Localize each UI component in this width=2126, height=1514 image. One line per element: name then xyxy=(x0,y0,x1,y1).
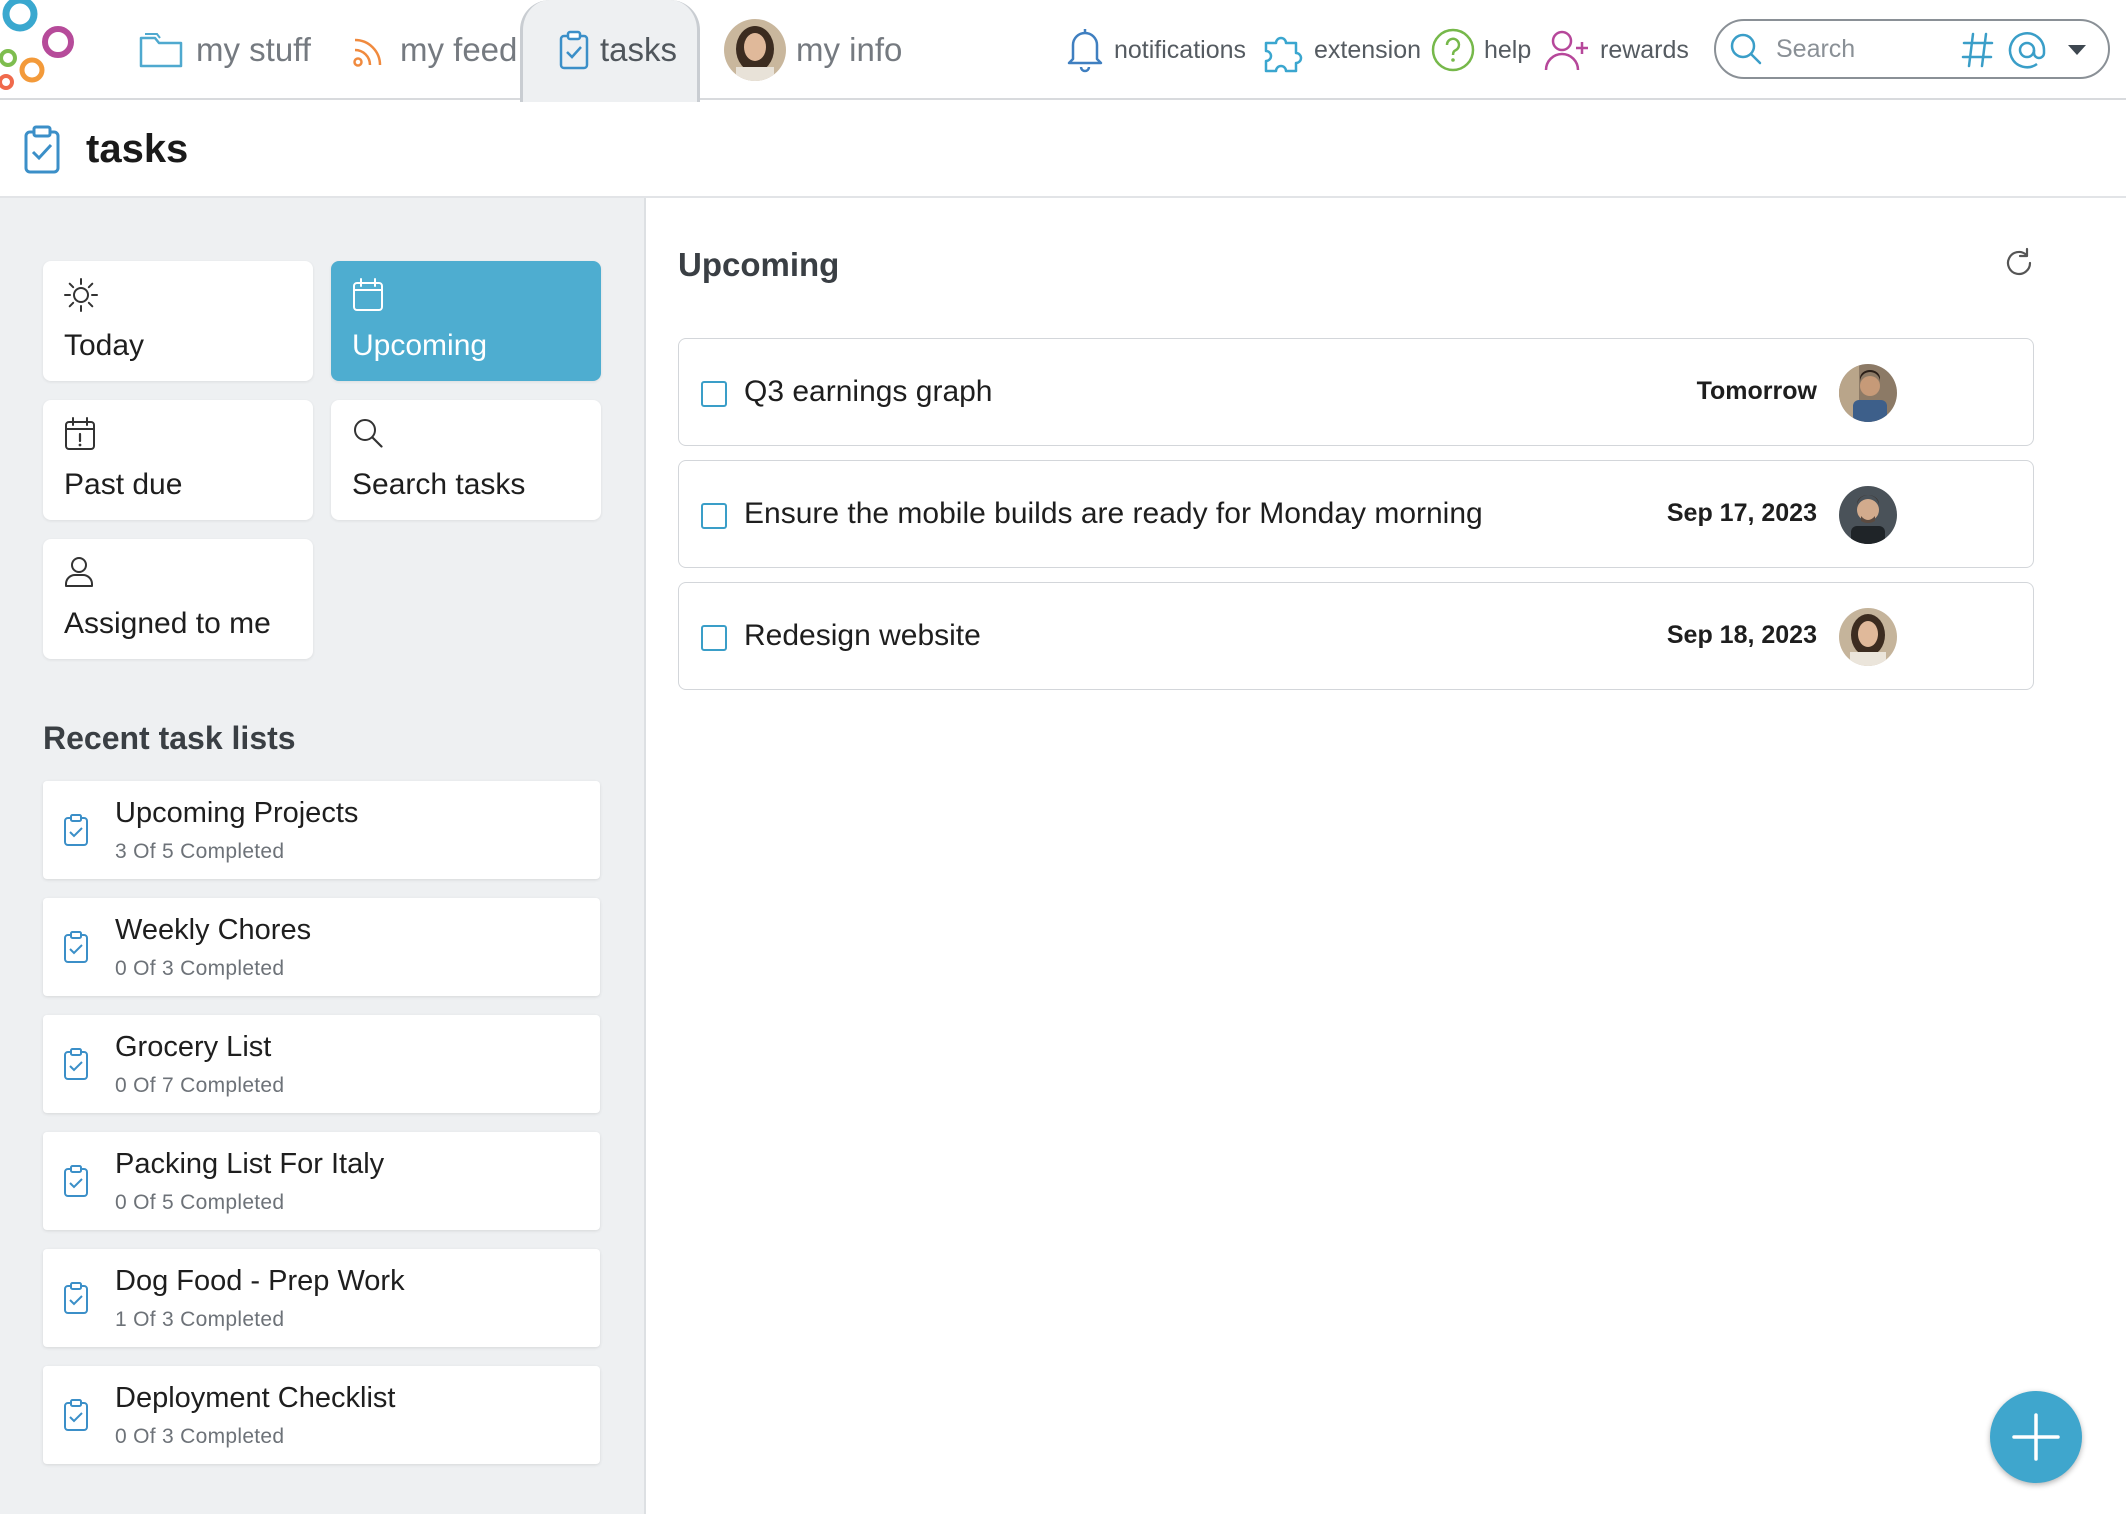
nav-my-stuff-label: my stuff xyxy=(196,31,311,68)
task-list-progress: 0 Of 3 Completed xyxy=(115,1425,285,1448)
filter-past-due[interactable]: Past due xyxy=(43,400,313,520)
avatar xyxy=(724,19,786,81)
nav-tasks-label: tasks xyxy=(600,31,678,68)
task-list-item[interactable]: Weekly Chores 0 Of 3 Completed xyxy=(43,898,600,996)
search-input[interactable] xyxy=(1776,34,1976,64)
task-due-date: Tomorrow xyxy=(1696,377,1817,405)
folder-icon xyxy=(139,33,183,68)
task-name: Redesign website xyxy=(744,619,981,652)
task-list-name: Upcoming Projects xyxy=(115,797,359,829)
task-list-item[interactable]: Upcoming Projects 3 Of 5 Completed xyxy=(43,781,600,879)
top-navigation-bar: my stuff my feed tasks my info notificat… xyxy=(0,0,2126,102)
filter-assigned-to-me[interactable]: Assigned to me xyxy=(43,539,313,659)
task-list-item[interactable]: Packing List For Italy 0 Of 5 Completed xyxy=(43,1132,600,1230)
sidebar: Today Upcoming Past due Search tasks Ass… xyxy=(0,198,646,1514)
nav-my-feed-label: my feed xyxy=(400,31,518,68)
task-list-progress: 3 Of 5 Completed xyxy=(115,840,285,863)
task-row[interactable]: Redesign website Sep 18, 2023 xyxy=(678,582,2034,690)
task-list-name: Grocery List xyxy=(115,1031,272,1063)
page-header: tasks xyxy=(0,102,2126,198)
search-bar xyxy=(1714,19,2110,79)
puzzle-piece-icon xyxy=(1264,36,1303,73)
clipboard-check-icon xyxy=(64,931,88,963)
assignee-avatar[interactable] xyxy=(1839,364,1897,422)
extension-link[interactable]: extension xyxy=(1260,0,1421,100)
task-name: Ensure the mobile builds are ready for M… xyxy=(744,497,1483,530)
filter-search-tasks-label: Search tasks xyxy=(352,468,526,501)
task-list-item[interactable]: Grocery List 0 Of 7 Completed xyxy=(43,1015,600,1113)
task-due-date: Sep 18, 2023 xyxy=(1666,621,1817,649)
plus-icon xyxy=(2012,1413,2060,1461)
app-logo[interactable] xyxy=(0,0,84,96)
main-content: Upcoming Q3 earnings graph Tomorrow Ensu… xyxy=(648,198,2126,1514)
clipboard-check-icon xyxy=(559,30,589,70)
filter-assigned-to-me-label: Assigned to me xyxy=(64,607,271,640)
task-list-item[interactable]: Dog Food - Prep Work 1 Of 3 Completed xyxy=(43,1249,600,1347)
task-due-date: Sep 17, 2023 xyxy=(1666,499,1817,527)
help-circle-icon xyxy=(1431,28,1475,72)
mention-at-icon[interactable] xyxy=(2008,31,2046,69)
task-list-progress: 1 Of 3 Completed xyxy=(115,1308,285,1331)
rewards-label: rewards xyxy=(1600,35,1689,64)
clipboard-check-icon xyxy=(64,1399,88,1431)
task-list-progress: 0 Of 5 Completed xyxy=(115,1191,285,1214)
task-row[interactable]: Ensure the mobile builds are ready for M… xyxy=(678,460,2034,568)
task-list-name: Deployment Checklist xyxy=(115,1382,396,1414)
notifications-label: notifications xyxy=(1114,35,1247,64)
nav-my-info-label: my info xyxy=(796,31,903,68)
task-list-progress: 0 Of 7 Completed xyxy=(115,1074,285,1097)
nav-my-feed[interactable]: my feed xyxy=(350,0,517,100)
extension-label: extension xyxy=(1314,35,1422,64)
search-scope-dropdown-caret[interactable] xyxy=(2068,45,2086,55)
task-list-name: Packing List For Italy xyxy=(115,1148,385,1180)
filter-upcoming-label: Upcoming xyxy=(352,329,488,362)
help-label: help xyxy=(1484,35,1532,64)
bell-icon xyxy=(1067,29,1103,73)
filter-search-tasks[interactable]: Search tasks xyxy=(331,400,601,520)
clipboard-check-icon xyxy=(64,1048,88,1080)
rss-feed-icon xyxy=(353,38,382,67)
task-row[interactable]: Q3 earnings graph Tomorrow xyxy=(678,338,2034,446)
calendar-alert-icon xyxy=(65,417,95,450)
clipboard-check-icon xyxy=(64,814,88,846)
filter-past-due-label: Past due xyxy=(64,468,183,501)
nav-my-info[interactable]: my info xyxy=(724,0,902,100)
task-list-item[interactable]: Deployment Checklist 0 Of 3 Completed xyxy=(43,1366,600,1464)
clipboard-check-icon xyxy=(24,125,60,174)
hashtag-icon[interactable] xyxy=(1960,31,1996,69)
task-list-name: Dog Food - Prep Work xyxy=(115,1265,405,1297)
notifications-link[interactable]: notifications xyxy=(1064,0,1246,100)
search-icon xyxy=(1730,33,1762,65)
calendar-icon xyxy=(353,278,383,311)
assignee-avatar[interactable] xyxy=(1839,486,1897,544)
sun-icon xyxy=(64,278,98,312)
rewards-link[interactable]: rewards xyxy=(1544,0,1689,100)
assignee-avatar[interactable] xyxy=(1839,608,1897,666)
search-icon xyxy=(354,419,383,448)
filter-upcoming[interactable]: Upcoming xyxy=(331,261,601,381)
task-list-name: Weekly Chores xyxy=(115,914,312,946)
help-link[interactable]: help xyxy=(1430,0,1531,100)
filter-today-label: Today xyxy=(64,329,145,362)
nav-my-stuff[interactable]: my stuff xyxy=(138,0,311,100)
add-user-icon xyxy=(1544,30,1588,71)
user-icon xyxy=(65,557,93,587)
task-checkbox[interactable] xyxy=(701,503,727,529)
recent-task-lists-heading: Recent task lists xyxy=(43,720,296,756)
task-checkbox[interactable] xyxy=(701,381,727,407)
clipboard-check-icon xyxy=(64,1165,88,1197)
task-name: Q3 earnings graph xyxy=(744,375,993,408)
clipboard-check-icon xyxy=(64,1282,88,1314)
refresh-icon[interactable] xyxy=(2002,246,2036,280)
add-task-button[interactable] xyxy=(1990,1391,2082,1483)
page-title: tasks xyxy=(86,126,189,171)
task-list-progress: 0 Of 3 Completed xyxy=(115,957,285,980)
filter-today[interactable]: Today xyxy=(43,261,313,381)
section-title: Upcoming xyxy=(678,246,840,283)
nav-tasks[interactable]: tasks xyxy=(558,0,677,100)
task-checkbox[interactable] xyxy=(701,625,727,651)
